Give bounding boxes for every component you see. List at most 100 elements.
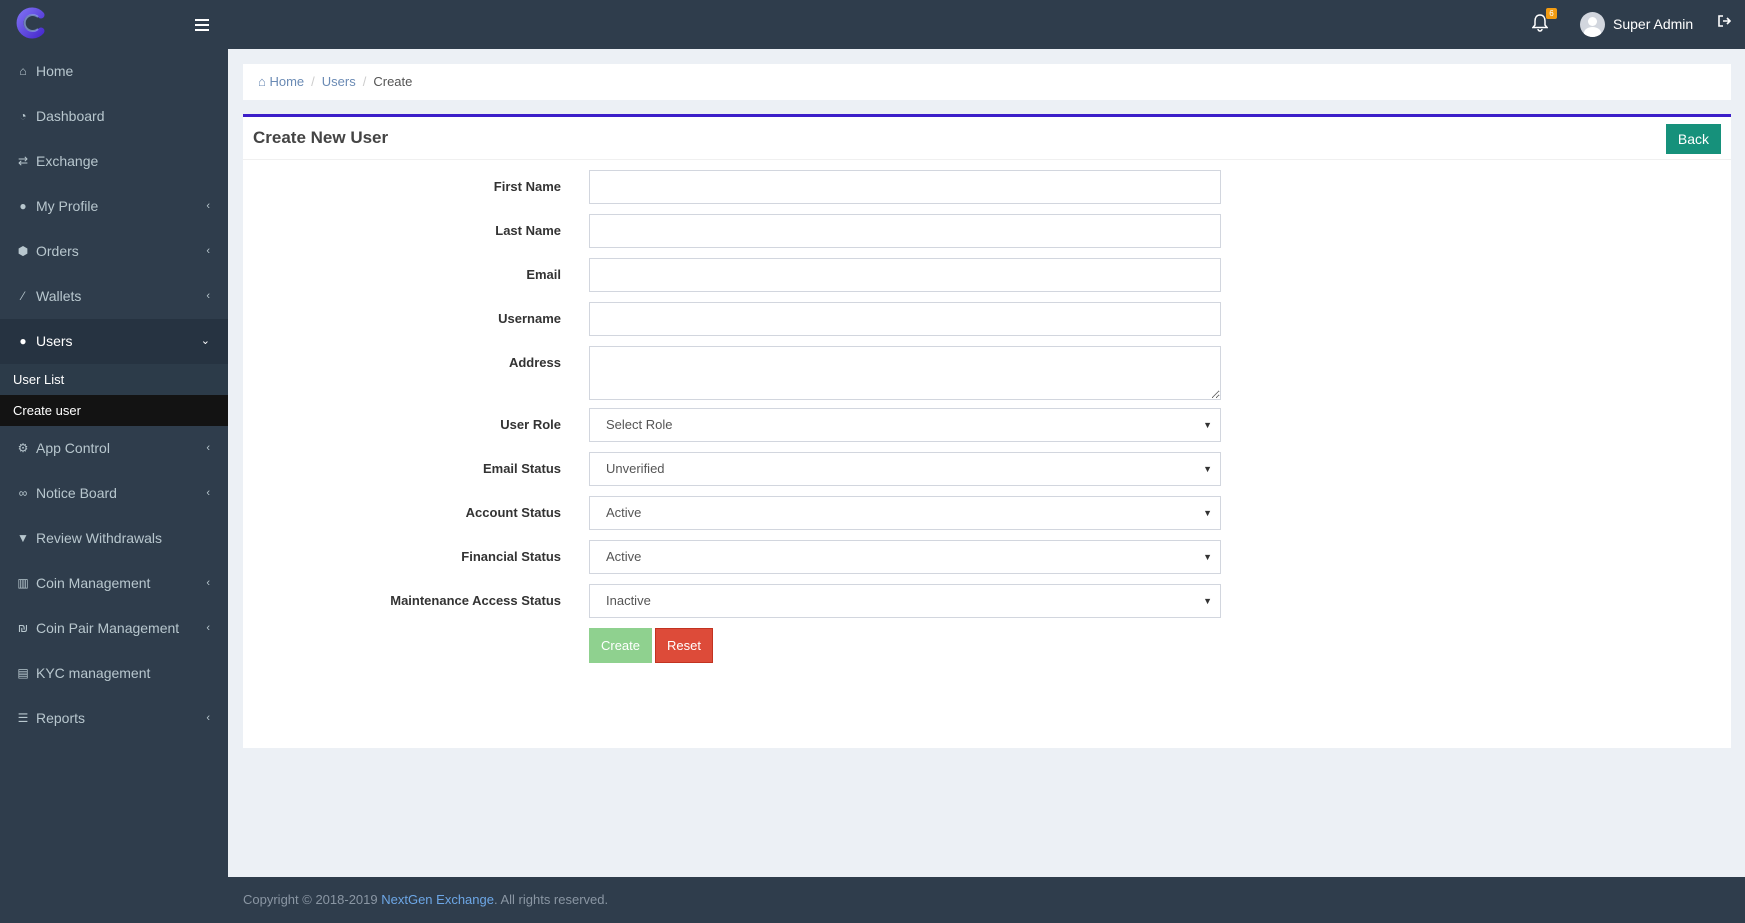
logo-bar bbox=[0, 0, 228, 49]
sidebar-item-coin-management[interactable]: ▥ Coin Management ‹ bbox=[0, 561, 228, 606]
home-icon: ⌂ bbox=[19, 64, 27, 78]
reset-button[interactable]: Reset bbox=[655, 628, 713, 663]
financial-status-select[interactable]: Active ▼ bbox=[589, 540, 1221, 574]
email-status-label: Email Status bbox=[482, 461, 561, 476]
id-card-icon: ▤ bbox=[17, 666, 29, 680]
breadcrumb-users[interactable]: Users bbox=[322, 74, 356, 89]
footer-link[interactable]: NextGen Exchange bbox=[381, 892, 494, 907]
breadcrumb-current: Create bbox=[373, 74, 413, 89]
user-role-selected: Select Role bbox=[606, 417, 673, 432]
email-label: Email bbox=[526, 267, 561, 282]
chevron-left-icon: ‹ bbox=[206, 245, 210, 257]
sidebar-item-app-control[interactable]: ⚙ App Control ‹ bbox=[0, 426, 228, 471]
sidebar-item-reports[interactable]: ☰ Reports ‹ bbox=[0, 696, 228, 741]
account-status-select[interactable]: Active ▼ bbox=[589, 496, 1221, 530]
email-status-select[interactable]: Unverified ▼ bbox=[589, 452, 1221, 486]
home-icon: ⌂ bbox=[258, 74, 270, 89]
address-field[interactable] bbox=[589, 346, 1221, 400]
account-status-label: Account Status bbox=[465, 505, 561, 520]
caret-down-icon: ▼ bbox=[1203, 464, 1212, 474]
caret-down-icon: ▼ bbox=[1203, 552, 1212, 562]
sidebar-item-users[interactable]: ● Users ⌄ bbox=[0, 319, 228, 364]
sidebar-item-label: Reports bbox=[36, 710, 86, 726]
last-name-field[interactable] bbox=[589, 214, 1221, 248]
maintenance-status-selected: Inactive bbox=[606, 593, 651, 608]
user-name: Super Admin bbox=[1613, 16, 1694, 32]
logout-icon[interactable] bbox=[1718, 14, 1736, 34]
sidebar-item-kyc-management[interactable]: ▤ KYC management bbox=[0, 651, 228, 696]
users-submenu: User List Create user bbox=[0, 364, 228, 426]
caret-down-icon: ▼ bbox=[1203, 420, 1212, 430]
address-label: Address bbox=[508, 355, 561, 370]
sidebar-item-dashboard[interactable]: ◔ Dashboard bbox=[0, 94, 228, 139]
create-user-box: Create New User Back First Name Last Nam… bbox=[243, 114, 1731, 748]
page-title: Create New User bbox=[253, 128, 389, 147]
sidebar-item-label: App Control bbox=[36, 440, 110, 456]
sidebar-item-label: Dashboard bbox=[36, 108, 105, 124]
sidebar-menu-lower: ⚙ App Control ‹ ∞ Notice Board ‹ ▼ Revie… bbox=[0, 426, 228, 741]
bar-chart-icon: ▥ bbox=[17, 576, 29, 590]
chevron-left-icon: ‹ bbox=[206, 577, 210, 589]
user-role-select[interactable]: Select Role ▼ bbox=[589, 408, 1221, 442]
email-field[interactable] bbox=[589, 258, 1221, 292]
sidebar-item-label: My Profile bbox=[36, 198, 99, 214]
sidebar-item-notice-board[interactable]: ∞ Notice Board ‹ bbox=[0, 471, 228, 516]
first-name-label: First Name bbox=[493, 179, 561, 194]
create-button[interactable]: Create bbox=[589, 628, 652, 663]
sidebar-item-label: Users bbox=[36, 333, 73, 349]
sidebar-item-exchange[interactable]: ⇄ Exchange bbox=[0, 139, 228, 184]
back-button[interactable]: Back bbox=[1665, 124, 1721, 154]
gear-icon: ⚙ bbox=[17, 441, 29, 455]
username-field[interactable] bbox=[589, 302, 1221, 336]
dashboard-icon: ◔ bbox=[19, 109, 27, 123]
submenu-item-user-list[interactable]: User List bbox=[0, 364, 228, 395]
email-status-selected: Unverified bbox=[606, 461, 665, 476]
sidebar-item-label: KYC management bbox=[36, 665, 151, 681]
caret-down-icon: ▼ bbox=[1203, 508, 1212, 518]
users-icon: ● bbox=[19, 334, 27, 348]
submenu-item-create-user[interactable]: Create user bbox=[0, 395, 228, 426]
breadcrumb-separator: / bbox=[311, 74, 315, 89]
sidebar-item-wallets[interactable]: ⁄ Wallets ‹ bbox=[0, 274, 228, 319]
chevron-left-icon: ‹ bbox=[206, 442, 210, 454]
footer: Copyright © 2018-2019 NextGen Exchange. … bbox=[228, 877, 1745, 923]
hamburger-menu-icon[interactable] bbox=[190, 13, 214, 37]
sidebar-item-label: Wallets bbox=[36, 288, 82, 304]
chevron-left-icon: ‹ bbox=[206, 487, 210, 499]
sidebar-item-label: Exchange bbox=[36, 153, 99, 169]
breadcrumb: ⌂ Home / Users / Create bbox=[243, 64, 1731, 100]
sidebar-item-coin-pair-management[interactable]: ₪ Coin Pair Management ‹ bbox=[0, 606, 228, 651]
main-content: ⌂ Home / Users / Create Create New User Back… bbox=[228, 49, 1745, 877]
list-icon: ☰ bbox=[17, 711, 29, 725]
sidebar-item-label: Review Withdrawals bbox=[36, 530, 163, 546]
logo-icon[interactable] bbox=[14, 6, 48, 40]
box-header: Create New User Back bbox=[243, 117, 1731, 160]
maintenance-status-select[interactable]: Inactive ▼ bbox=[589, 584, 1221, 618]
maintenance-status-label: Maintenance Access Status bbox=[390, 593, 561, 608]
last-name-label: Last Name bbox=[495, 223, 561, 238]
sidebar-item-my-profile[interactable]: ● My Profile ‹ bbox=[0, 184, 228, 229]
sidebar-item-review-withdrawals[interactable]: ▼ Review Withdrawals bbox=[0, 516, 228, 561]
chevron-left-icon: ‹ bbox=[206, 290, 210, 302]
sidebar-item-label: Coin Pair Management bbox=[36, 620, 180, 636]
sidebar-item-label: Orders bbox=[36, 243, 79, 259]
sidebar-menu: ⌂ Home ◔ Dashboard ⇄ Exchange ● My Profi… bbox=[0, 49, 228, 364]
user-icon: ● bbox=[19, 199, 27, 213]
avatar bbox=[1580, 12, 1605, 37]
breadcrumb-separator: / bbox=[362, 74, 367, 89]
sidebar: ⌂ Home ◔ Dashboard ⇄ Exchange ● My Profi… bbox=[0, 0, 228, 923]
first-name-field[interactable] bbox=[589, 170, 1221, 204]
username-label: Username bbox=[498, 311, 561, 326]
filter-icon: ▼ bbox=[17, 531, 29, 545]
user-role-label: User Role bbox=[500, 417, 561, 432]
topbar: 6 Super Admin bbox=[228, 0, 1745, 49]
sidebar-item-home[interactable]: ⌂ Home bbox=[0, 49, 228, 94]
financial-status-selected: Active bbox=[606, 549, 642, 564]
sidebar-item-label: Coin Management bbox=[36, 575, 151, 591]
sidebar-item-label: Notice Board bbox=[36, 485, 117, 501]
breadcrumb-home-label: Home bbox=[269, 74, 305, 89]
chevron-left-icon: ‹ bbox=[206, 712, 210, 724]
breadcrumb-home[interactable]: ⌂ Home bbox=[258, 74, 304, 89]
sidebar-item-orders[interactable]: ⬢ Orders ‹ bbox=[0, 229, 228, 274]
notification-badge: 6 bbox=[1546, 8, 1557, 19]
